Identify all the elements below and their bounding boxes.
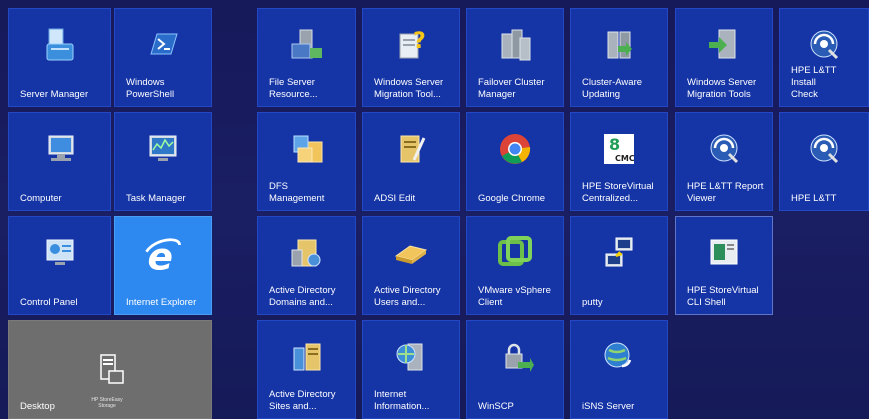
- tile-label: Windows Server Migration Tool...: [374, 77, 444, 100]
- tile-vmware-vsphere-client[interactable]: VMware vSphere Client: [466, 216, 564, 315]
- tile-hpe-ltt-install-check[interactable]: HPE L&TT Install Check: [779, 8, 869, 107]
- tile-label: Windows Server Migration Tools: [687, 77, 757, 100]
- tile-active-directory-users[interactable]: Active Directory Users and...: [362, 216, 460, 315]
- tile-internet-information[interactable]: Internet Information...: [362, 320, 460, 419]
- tile-windows-server-migration-tool[interactable]: ? Windows Server Migration Tool...: [362, 8, 460, 107]
- ltt-report-icon: [705, 130, 743, 168]
- tile-label: iSNS Server: [582, 401, 635, 412]
- tile-label: putty: [582, 297, 603, 308]
- ie-icon: e: [142, 234, 184, 276]
- tile-label: HPE StoreVirtual CLI Shell: [687, 285, 759, 308]
- storeeasy-icon: [91, 351, 129, 389]
- tile-label: Task Manager: [126, 193, 186, 204]
- tile-label: HPE L&TT Report Viewer: [687, 181, 764, 204]
- tile-label: Failover Cluster Manager: [478, 77, 545, 100]
- tile-isns-server[interactable]: iSNS Server: [570, 320, 668, 419]
- tile-computer[interactable]: Computer: [8, 112, 111, 211]
- computer-icon: [41, 130, 79, 168]
- failover-cluster-icon: [496, 26, 534, 64]
- tile-active-directory-sites[interactable]: Active Directory Sites and...: [257, 320, 356, 419]
- tile-cluster-aware-updating[interactable]: Cluster-Aware Updating: [570, 8, 668, 107]
- ad-domains-icon: [288, 234, 326, 272]
- tile-failover-cluster-manager[interactable]: Failover Cluster Manager: [466, 8, 564, 107]
- tile-label: HPE L&TT: [791, 193, 837, 204]
- tile-label: Server Manager: [20, 89, 89, 100]
- tile-server-manager[interactable]: Server Manager: [8, 8, 111, 107]
- tile-label: Windows PowerShell: [126, 77, 175, 100]
- svg-text:?: ?: [413, 29, 426, 54]
- tile-hpe-storevirtual-cli-shell[interactable]: HPE StoreVirtual CLI Shell: [675, 216, 773, 315]
- migration-tools-icon: [705, 26, 743, 64]
- tile-task-manager[interactable]: Task Manager: [114, 112, 212, 211]
- tile-label: Active Directory Users and...: [374, 285, 441, 308]
- migration-help-icon: ?: [392, 26, 430, 64]
- tile-hpe-storevirtual-centralized[interactable]: 8 CMC HPE StoreVirtual Centralized...: [570, 112, 668, 211]
- tile-hpe-ltt-report-viewer[interactable]: HPE L&TT Report Viewer: [675, 112, 773, 211]
- tile-label: File Server Resource...: [269, 77, 318, 100]
- desktop-sub-label: HP StoreEasy Storage: [91, 397, 123, 409]
- vsphere-icon: [496, 234, 534, 272]
- chrome-icon: [496, 130, 534, 168]
- tile-putty[interactable]: putty: [570, 216, 668, 315]
- powershell-icon: [144, 26, 182, 64]
- tile-dfs-management[interactable]: DFS Management: [257, 112, 356, 211]
- svg-text:8: 8: [609, 135, 620, 154]
- ltt-install-icon: [805, 26, 843, 64]
- tile-label: Computer: [20, 193, 62, 204]
- tile-label: WinSCP: [478, 401, 514, 412]
- start-screen: Server Manager Windows PowerShell File S…: [0, 0, 869, 419]
- tile-label: HPE L&TT Install Check: [791, 65, 837, 100]
- tile-label: Google Chrome: [478, 193, 546, 204]
- tile-label: Internet Information...: [374, 389, 430, 412]
- adsi-edit-icon: [392, 130, 430, 168]
- tile-windows-powershell[interactable]: Windows PowerShell: [114, 8, 212, 107]
- tile-winscp[interactable]: WinSCP: [466, 320, 564, 419]
- server-manager-icon: [41, 26, 79, 64]
- control-panel-icon: [41, 234, 79, 272]
- tile-internet-explorer[interactable]: e Internet Explorer: [114, 216, 212, 315]
- cmc-text: CMC: [615, 154, 635, 163]
- file-server-icon: [288, 26, 326, 64]
- tile-hpe-ltt[interactable]: HPE L&TT: [779, 112, 869, 211]
- ad-sites-icon: [288, 338, 326, 376]
- tile-label: Control Panel: [20, 297, 78, 308]
- isns-icon: [600, 338, 638, 376]
- tile-label: ADSI Edit: [374, 193, 416, 204]
- tile-label: Active Directory Domains and...: [269, 285, 336, 308]
- tile-label: Internet Explorer: [126, 297, 197, 308]
- cmc-icon: 8 CMC: [600, 130, 638, 168]
- ad-users-icon: [392, 234, 430, 272]
- tile-label: VMware vSphere Client: [478, 285, 551, 308]
- tile-label: HPE StoreVirtual Centralized...: [582, 181, 654, 204]
- tile-control-panel[interactable]: Control Panel: [8, 216, 111, 315]
- cli-shell-icon: [705, 234, 743, 272]
- tile-label: Active Directory Sites and...: [269, 389, 336, 412]
- tile-file-server-resource[interactable]: File Server Resource...: [257, 8, 356, 107]
- tile-label: DFS Management: [269, 181, 325, 204]
- tile-google-chrome[interactable]: Google Chrome: [466, 112, 564, 211]
- tile-windows-server-migration-tools[interactable]: Windows Server Migration Tools: [675, 8, 773, 107]
- tile-active-directory-domains[interactable]: Active Directory Domains and...: [257, 216, 356, 315]
- task-manager-icon: [144, 130, 182, 168]
- tile-adsi-edit[interactable]: ADSI Edit: [362, 112, 460, 211]
- cluster-updating-icon: [600, 26, 638, 64]
- dfs-icon: [288, 130, 326, 168]
- putty-icon: [600, 234, 638, 272]
- iis-icon: [392, 338, 430, 376]
- tile-label: Cluster-Aware Updating: [582, 77, 643, 100]
- ltt-icon: [805, 130, 843, 168]
- winscp-icon: [496, 338, 534, 376]
